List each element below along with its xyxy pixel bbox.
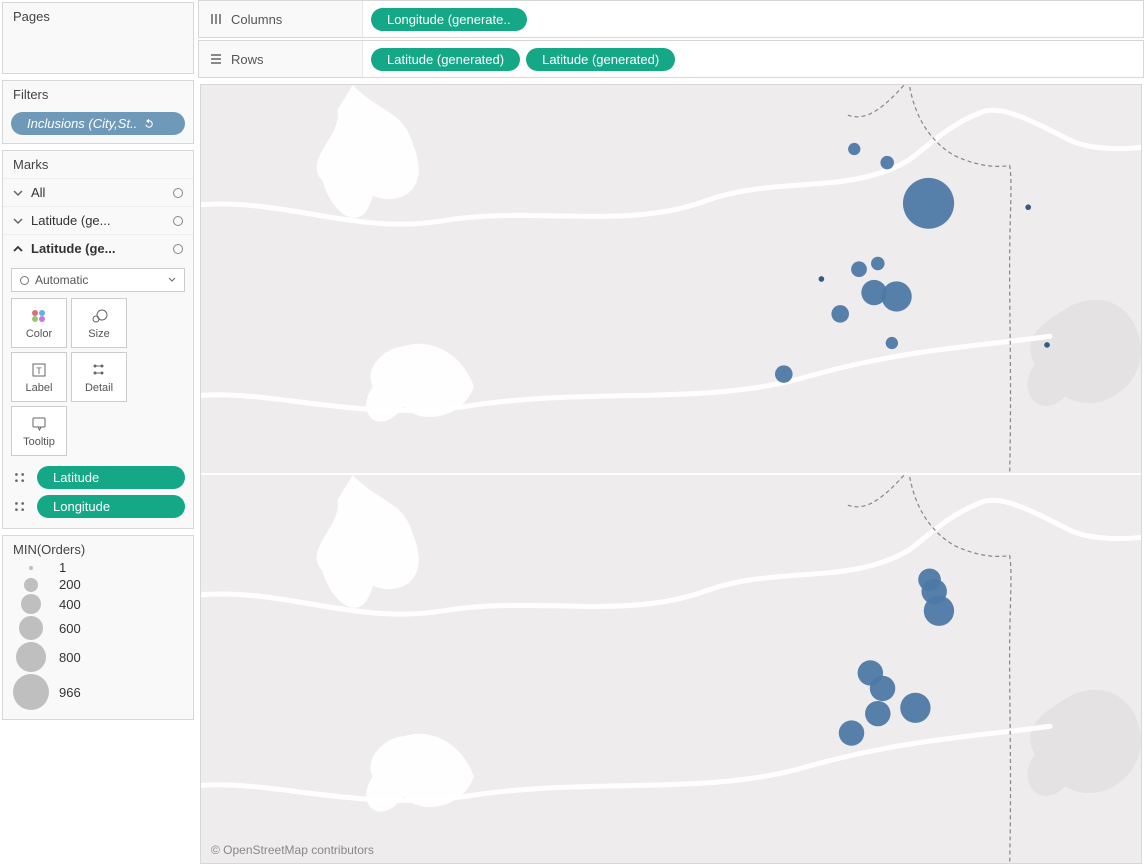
marks-item-lat-2[interactable]: Latitude (ge...: [3, 234, 193, 262]
size-icon: [90, 307, 108, 325]
legend-row: 800: [11, 641, 185, 673]
data-bubble[interactable]: [924, 596, 954, 626]
legend-size-circle: [13, 674, 49, 710]
legend-title: MIN(Orders): [3, 536, 193, 559]
label-icon: T: [30, 361, 48, 379]
legend-size-circle: [19, 616, 43, 640]
legend-value: 600: [59, 621, 81, 636]
chevron-down-icon: [13, 188, 23, 198]
legend-row: 200: [11, 576, 185, 593]
size-legend[interactable]: MIN(Orders) 1 200 400 600 800 966: [2, 535, 194, 720]
data-bubble[interactable]: [775, 365, 793, 382]
columns-label: Columns: [231, 12, 282, 27]
detail-pill-latitude[interactable]: Latitude: [37, 466, 185, 489]
tooltip-label: Tooltip: [23, 436, 55, 448]
detail-button[interactable]: Detail: [71, 352, 127, 402]
viz-area[interactable]: © OpenStreetMap contributors: [200, 84, 1142, 864]
legend-row: 600: [11, 615, 185, 641]
tooltip-icon: [30, 415, 48, 433]
tooltip-button[interactable]: Tooltip: [11, 406, 67, 456]
label-button[interactable]: T Label: [11, 352, 67, 402]
color-label: Color: [26, 328, 52, 340]
data-bubble[interactable]: [861, 280, 886, 305]
detail-icon: [90, 361, 108, 379]
mark-shape-indicator: [173, 244, 183, 254]
marks-item-lat-1[interactable]: Latitude (ge...: [3, 206, 193, 234]
filters-card[interactable]: Filters Inclusions (City,St..: [2, 80, 194, 144]
data-bubble[interactable]: [870, 676, 895, 701]
size-button[interactable]: Size: [71, 298, 127, 348]
legend-value: 966: [59, 685, 81, 700]
legend-value: 400: [59, 597, 81, 612]
mark-shape-indicator: [173, 216, 183, 226]
columns-icon: [209, 12, 223, 26]
map-top[interactable]: [201, 85, 1141, 473]
legend-row: 966: [11, 673, 185, 711]
reset-icon: [143, 118, 155, 130]
data-bubble[interactable]: [900, 693, 930, 723]
legend-value: 800: [59, 650, 81, 665]
marks-title: Marks: [3, 151, 193, 178]
data-bubble[interactable]: [839, 720, 864, 745]
pages-card[interactable]: Pages: [2, 2, 194, 74]
data-bubble[interactable]: [831, 305, 849, 322]
data-bubble[interactable]: [871, 257, 885, 270]
legend-size-circle: [24, 578, 38, 592]
data-bubble[interactable]: [903, 178, 954, 229]
marks-all-label: All: [31, 185, 45, 200]
data-bubble[interactable]: [1044, 342, 1050, 348]
mark-shape-indicator: [173, 188, 183, 198]
legend-row: 400: [11, 593, 185, 615]
data-bubble[interactable]: [851, 261, 867, 277]
detail-icon: [11, 470, 29, 486]
map-bottom[interactable]: [201, 473, 1141, 863]
chevron-down-icon: [13, 216, 23, 226]
detail-pill-longitude[interactable]: Longitude: [37, 495, 185, 518]
circle-icon: [20, 276, 29, 285]
svg-text:T: T: [36, 366, 42, 376]
mark-type-dropdown[interactable]: Automatic: [11, 268, 185, 292]
size-label: Size: [88, 328, 109, 340]
data-bubble[interactable]: [819, 276, 825, 282]
columns-pill[interactable]: Longitude (generate..: [371, 8, 527, 31]
mark-type-label: Automatic: [35, 273, 88, 287]
filter-pill-label: Inclusions (City,St..: [27, 116, 137, 131]
rows-icon: [209, 52, 223, 66]
data-bubble[interactable]: [848, 143, 860, 155]
pages-title: Pages: [3, 3, 193, 30]
legend-size-circle: [21, 594, 41, 614]
dropdown-caret-icon: [168, 276, 176, 284]
filters-title: Filters: [3, 81, 193, 108]
marks-lat1-label: Latitude (ge...: [31, 213, 111, 228]
color-icon: [30, 307, 48, 325]
data-bubble[interactable]: [865, 701, 890, 726]
legend-row: 1: [11, 559, 185, 576]
shelves-area: Columns Longitude (generate.. Rows Latit…: [198, 0, 1144, 80]
data-bubble[interactable]: [880, 156, 894, 169]
rows-pill[interactable]: Latitude (generated): [526, 48, 675, 71]
marks-lat2-label: Latitude (ge...: [31, 241, 116, 256]
filter-pill-inclusions[interactable]: Inclusions (City,St..: [11, 112, 185, 135]
legend-size-circle: [29, 566, 33, 570]
data-bubble[interactable]: [886, 337, 898, 349]
detail-pill-latitude-row[interactable]: Latitude: [11, 466, 185, 489]
data-bubble[interactable]: [1025, 204, 1031, 210]
data-bubble[interactable]: [918, 568, 941, 591]
legend-value: 200: [59, 577, 81, 592]
legend-value: 1: [59, 560, 66, 575]
marks-card[interactable]: Marks All Latitude (ge... Latitude (ge.: [2, 150, 194, 529]
columns-shelf[interactable]: Columns Longitude (generate..: [198, 0, 1144, 38]
rows-label: Rows: [231, 52, 264, 67]
marks-item-all[interactable]: All: [3, 178, 193, 206]
detail-icon: [11, 499, 29, 515]
map-attribution: © OpenStreetMap contributors: [211, 843, 374, 857]
rows-pill[interactable]: Latitude (generated): [371, 48, 520, 71]
legend-size-circle: [16, 642, 46, 672]
detail-label-txt: Detail: [85, 382, 113, 394]
chevron-up-icon: [13, 244, 23, 254]
label-label: Label: [26, 382, 53, 394]
rows-shelf[interactable]: Rows Latitude (generated) Latitude (gener…: [198, 40, 1144, 78]
color-button[interactable]: Color: [11, 298, 67, 348]
detail-pill-longitude-row[interactable]: Longitude: [11, 495, 185, 518]
